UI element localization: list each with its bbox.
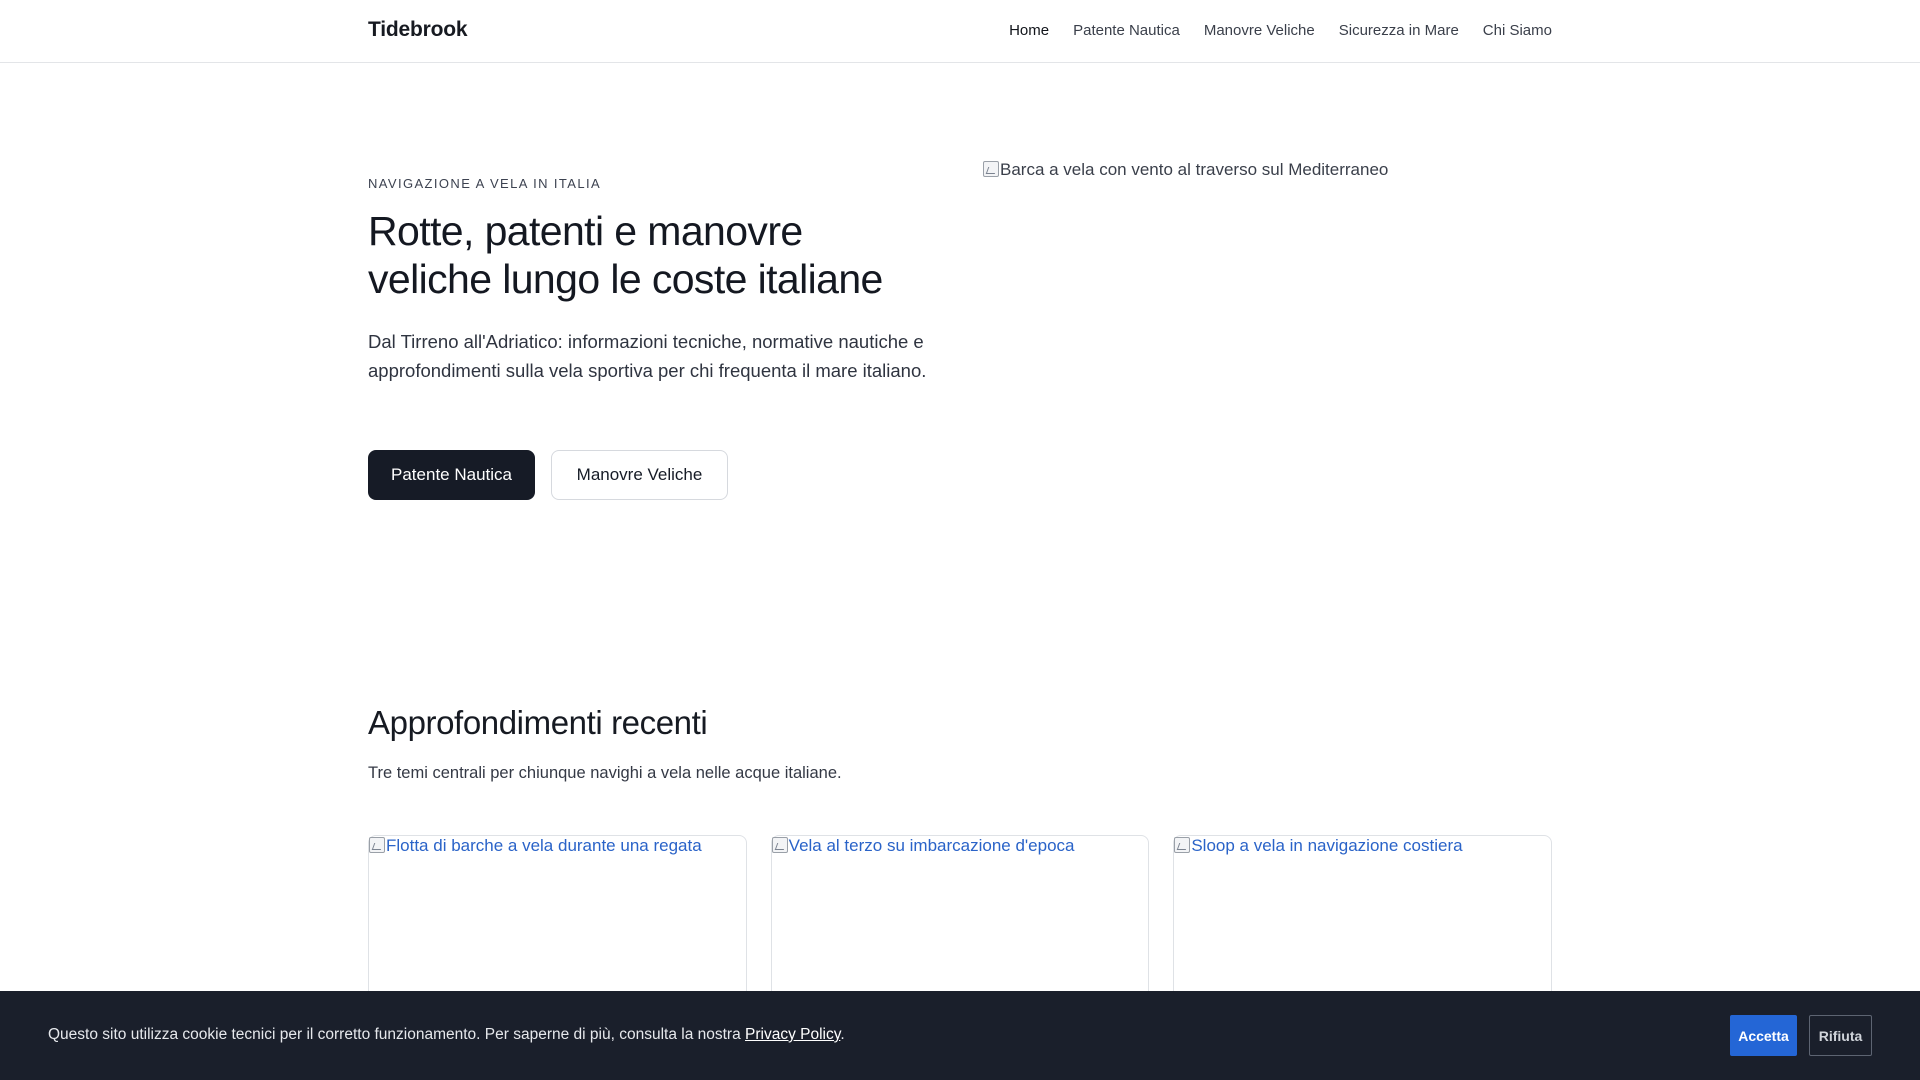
hero-description: Dal Tirreno all'Adriatico: informazioni … — [368, 331, 927, 381]
nav-manovre-veliche[interactable]: Manovre Veliche — [1204, 22, 1315, 39]
hero-eyebrow: NAVIGAZIONE A VELA IN ITALIA — [368, 176, 602, 191]
card-image-alt[interactable]: Flotta di barche a vela durante una rega… — [386, 836, 702, 856]
nav-sicurezza-in-mare[interactable]: Sicurezza in Mare — [1339, 22, 1459, 39]
privacy-policy-link[interactable]: Privacy Policy — [745, 1026, 840, 1043]
nav-chi-siamo[interactable]: Chi Siamo — [1483, 22, 1552, 39]
brand-logo[interactable]: Tidebrook — [368, 18, 468, 42]
main-nav: Home Patente Nautica Manovre Veliche Sic… — [1009, 22, 1552, 39]
reject-cookies-button[interactable]: Rifiuta — [1809, 1015, 1872, 1056]
hero-buttons: Patente Nautica Manovre Veliche — [368, 450, 728, 500]
recent-section-title: Approfondimenti recenti — [368, 704, 708, 741]
hero-section: NAVIGAZIONE A VELA IN ITALIA Rotte, pate… — [368, 176, 928, 500]
cookie-suffix: . — [840, 1026, 845, 1043]
broken-image-icon — [983, 161, 999, 177]
cookie-banner: Questo sito utilizza cookie tecnici per … — [0, 991, 1920, 1080]
cookie-buttons: Accetta Rifiuta — [1730, 1015, 1872, 1056]
hero-image: Barca a vela con vento al traverso sul M… — [983, 160, 1553, 490]
nav-patente-nautica[interactable]: Patente Nautica — [1073, 22, 1180, 39]
card-image-alt[interactable]: Sloop a vela in navigazione costiera — [1191, 836, 1462, 856]
patente-nautica-button[interactable]: Patente Nautica — [368, 450, 535, 500]
cookie-message: Questo sito utilizza cookie tecnici per … — [48, 1026, 845, 1044]
accept-cookies-button[interactable]: Accetta — [1730, 1015, 1797, 1056]
broken-image-icon — [369, 837, 385, 853]
card-image-alt[interactable]: Vela al terzo su imbarcazione d'epoca — [789, 836, 1075, 856]
manovre-veliche-button[interactable]: Manovre Veliche — [551, 450, 728, 500]
broken-image-icon — [1174, 837, 1191, 853]
site-header: Tidebrook Home Patente Nautica Manovre V… — [0, 0, 1920, 63]
nav-home[interactable]: Home — [1009, 22, 1049, 39]
hero-title: Rotte, patenti e manovre veliche lungo l… — [368, 208, 883, 302]
cookie-text: Questo sito utilizza cookie tecnici per … — [48, 1026, 746, 1043]
broken-image-icon — [771, 837, 788, 853]
recent-section-subtitle: Tre temi centrali per chiunque navighi a… — [368, 764, 842, 782]
hero-image-alt: Barca a vela con vento al traverso sul M… — [1000, 160, 1389, 179]
